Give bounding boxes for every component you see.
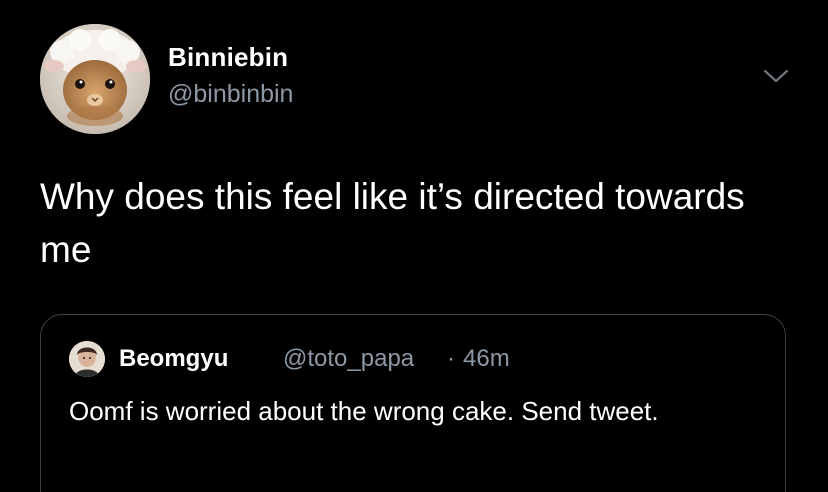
author-display-name[interactable]: Binniebin: [168, 42, 288, 73]
quoted-author-handle[interactable]: @toto_papa: [283, 345, 414, 373]
quoted-author-avatar[interactable]: [69, 341, 105, 377]
author-handle[interactable]: @binbinbin: [168, 80, 293, 109]
quoted-tweet-text: Oomf is worried about the wrong cake. Se…: [69, 396, 659, 426]
quoted-tweet-timestamp[interactable]: 46m: [463, 345, 510, 373]
quoted-author-display-name[interactable]: Beomgyu: [119, 345, 228, 373]
separator-dot: ·: [447, 345, 455, 372]
tweet-text: Why does this feel like it’s directed to…: [40, 176, 745, 270]
quoted-tweet-card[interactable]: Beomgyu @toto_papa · 46m Oomf is worried…: [40, 314, 786, 492]
person-avatar-icon: [69, 341, 105, 377]
chevron-down-icon[interactable]: [762, 66, 790, 86]
bunny-avatar-icon: [40, 24, 150, 134]
tweet: Binniebin @binbinbin Why does this feel …: [0, 0, 828, 492]
author-avatar[interactable]: [40, 24, 150, 134]
